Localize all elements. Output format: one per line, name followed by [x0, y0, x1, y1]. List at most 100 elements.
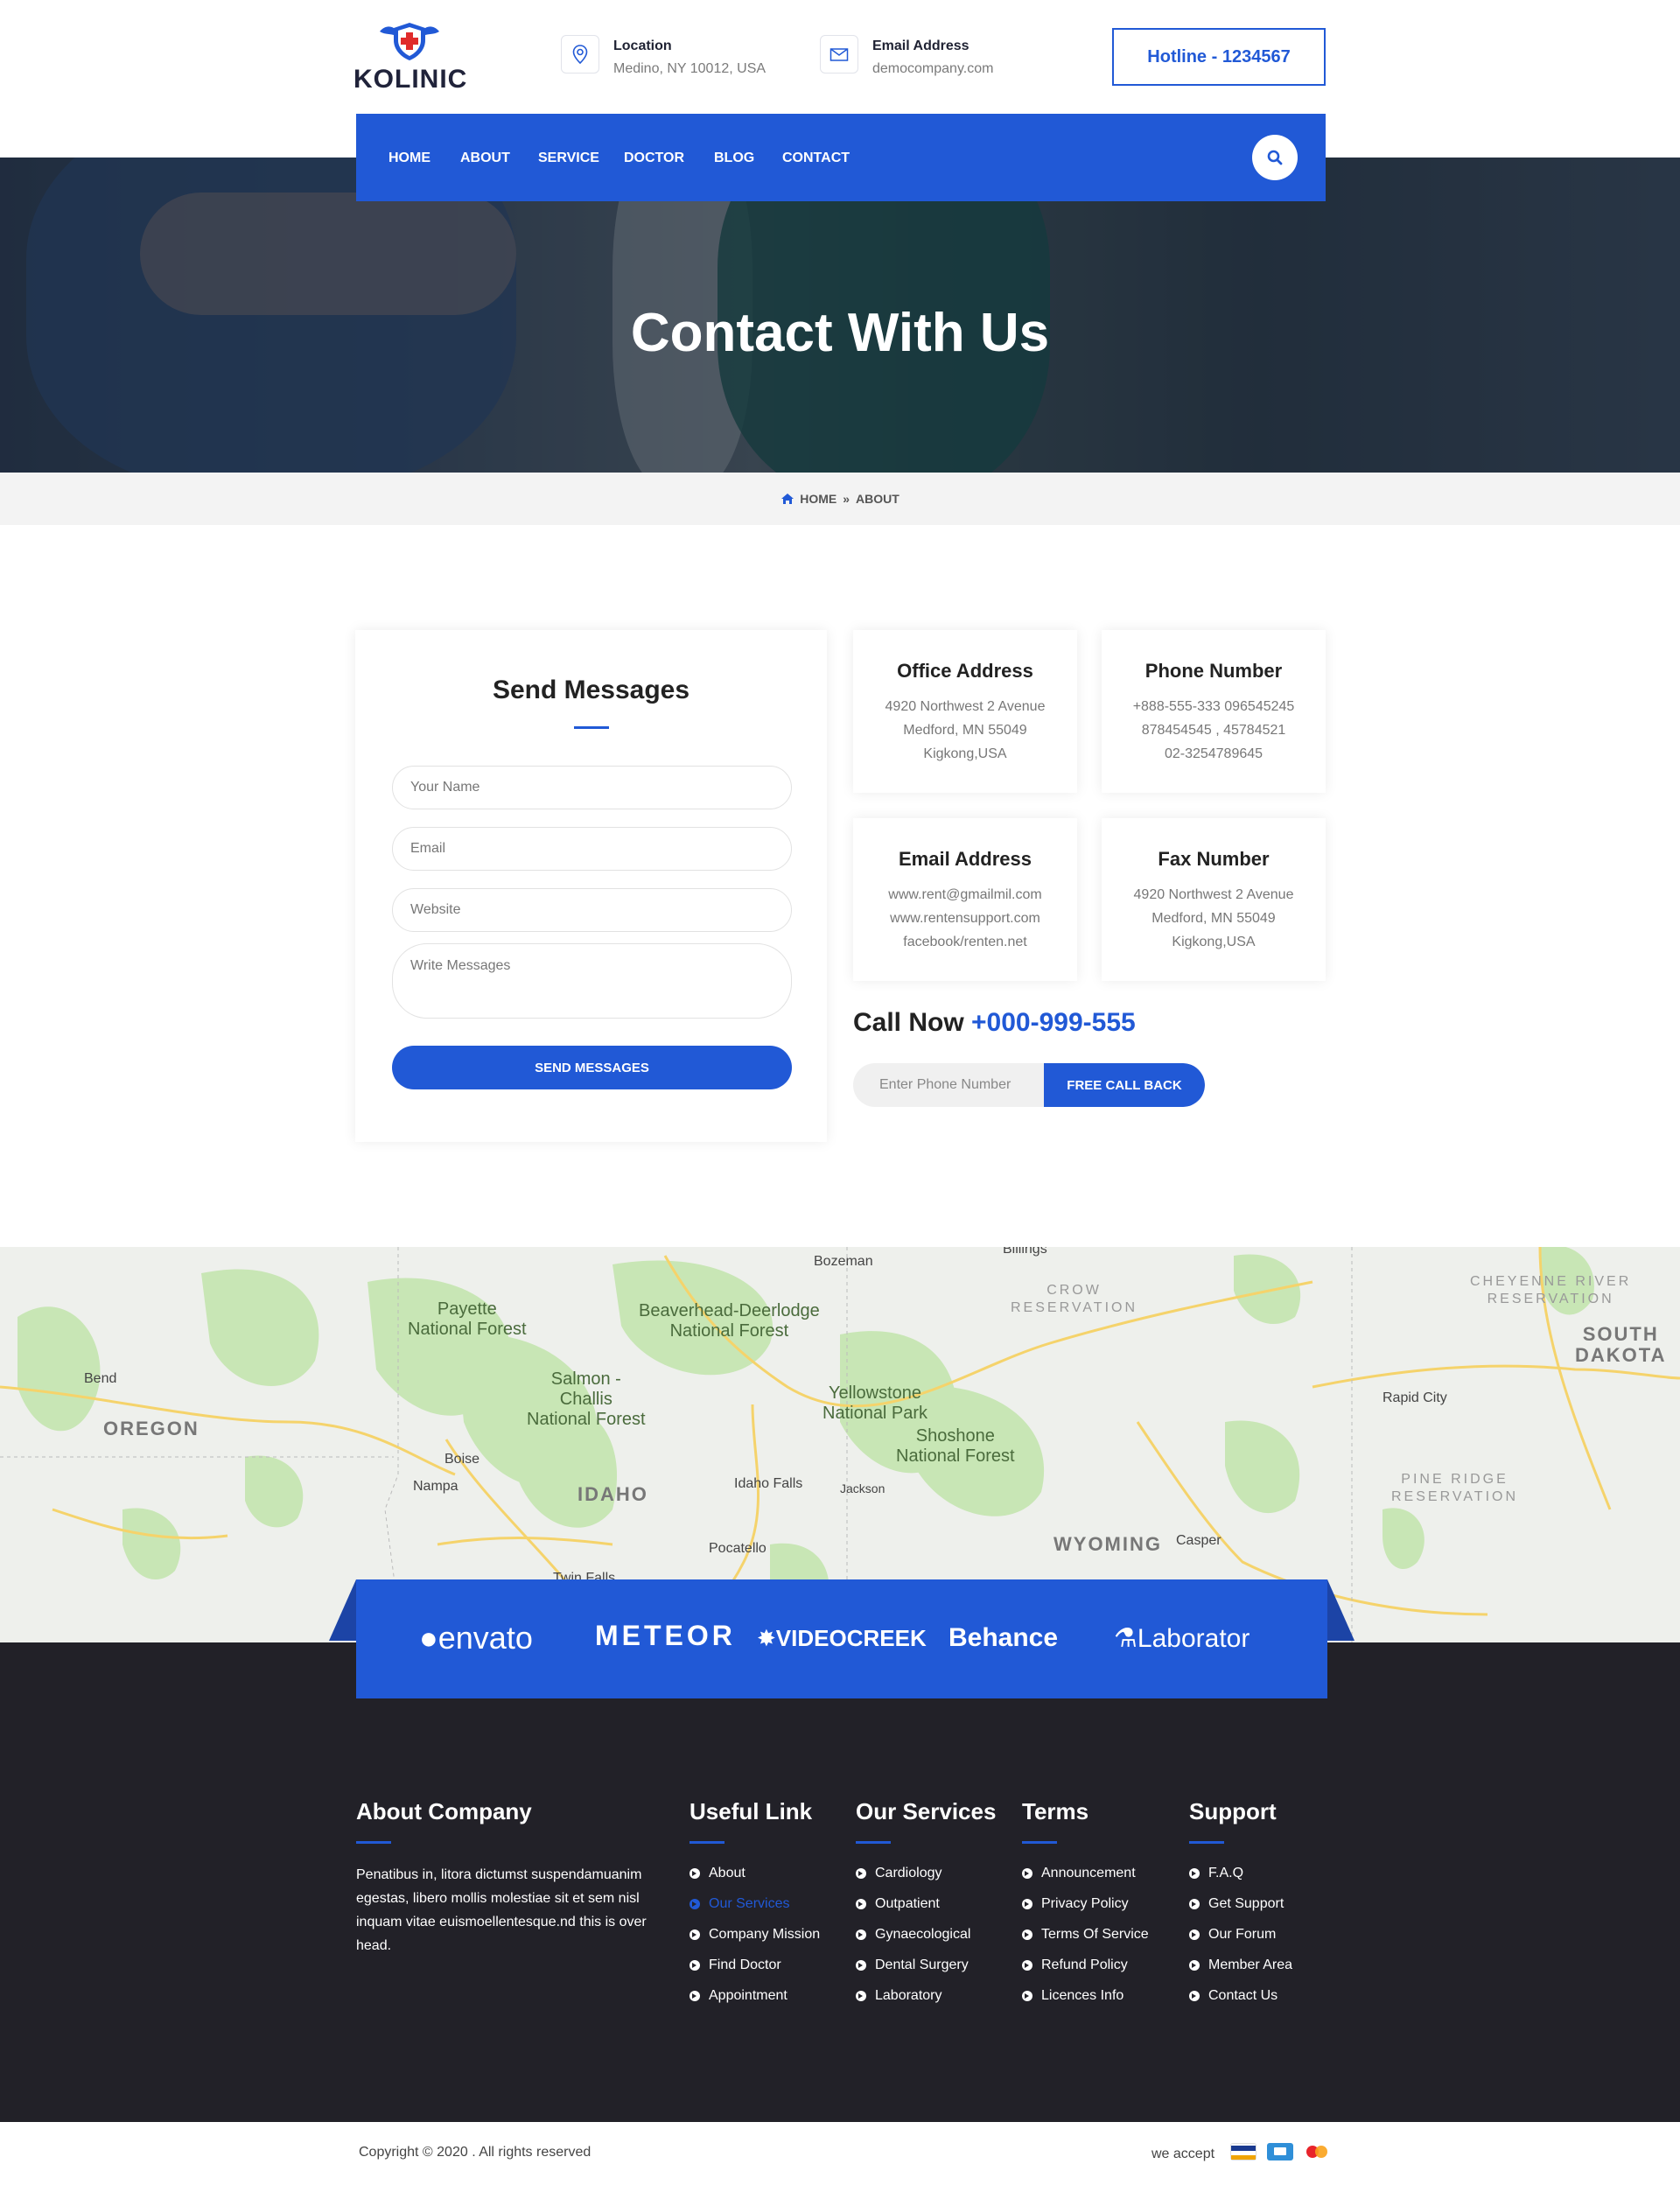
footer-link-privacy-policy[interactable]: Privacy Policy — [1022, 1896, 1129, 1912]
chevron-circle-icon — [1022, 1991, 1032, 2001]
call-now-label: Call Now — [853, 1008, 964, 1037]
chevron-circle-icon — [1189, 1868, 1200, 1879]
card-line[interactable]: www.rent@gmailmil.com — [853, 886, 1077, 903]
footer-link-gynaecological[interactable]: Gynaecological — [856, 1927, 970, 1943]
footer-link-cardiology[interactable]: Cardiology — [856, 1866, 942, 1881]
footer-terms-title: Terms — [1022, 1798, 1089, 1824]
card-line[interactable]: www.rentensupport.com — [853, 910, 1077, 927]
free-call-back-button[interactable]: FREE CALL BACK — [1044, 1063, 1205, 1107]
visa-icon — [1230, 2143, 1256, 2160]
map-label-pineridge: PINE RIDGE RESERVATION — [1391, 1472, 1519, 1504]
message-textarea[interactable]: Write Messages — [392, 943, 792, 1019]
hero-banner: Contact With Us — [0, 158, 1680, 473]
chevron-circle-icon — [1189, 1960, 1200, 1971]
footer-link-get-support[interactable]: Get Support — [1189, 1896, 1284, 1912]
footer-about-text: Penatibus in, litora dictumst suspendamu… — [356, 1867, 647, 1953]
partner-laborator[interactable]: ⚗Laborator — [1114, 1623, 1250, 1654]
footer-link-faq[interactable]: F.A.Q — [1189, 1866, 1243, 1881]
map-label-payette: Payette National Forest — [408, 1299, 527, 1339]
footer-link-member-area[interactable]: Member Area — [1189, 1957, 1292, 1973]
website-input[interactable]: Website — [392, 888, 792, 932]
footer-link-licences-info[interactable]: Licences Info — [1022, 1988, 1124, 2004]
card-title: Phone Number — [1144, 660, 1283, 682]
map-label-crow: CROW RESERVATION — [1011, 1283, 1138, 1315]
footer-link-our-forum[interactable]: Our Forum — [1189, 1927, 1276, 1943]
partner-meteor[interactable]: METEOR — [595, 1620, 736, 1652]
map-label-wyoming: WYOMING — [1054, 1533, 1162, 1555]
footer-link-about[interactable]: About — [690, 1866, 746, 1881]
partner-envato[interactable]: ●envato — [419, 1620, 533, 1656]
chevron-circle-icon — [856, 1991, 866, 2001]
map-label-oregon: OREGON — [103, 1418, 200, 1439]
footer-about-title: About Company — [356, 1798, 532, 1824]
nav-blog[interactable]: BLOG — [714, 151, 754, 166]
send-messages-button[interactable]: SEND MESSAGES — [392, 1046, 792, 1089]
chevron-circle-icon — [856, 1899, 866, 1909]
main-nav: HOME ABOUT SERVICE DOCTOR BLOG CONTACT — [356, 114, 1326, 201]
nav-service[interactable]: SERVICE — [538, 151, 599, 166]
form-title: Send Messages — [492, 676, 690, 704]
email-input[interactable]: Email — [392, 827, 792, 871]
search-button[interactable] — [1252, 135, 1298, 180]
nav-home[interactable]: HOME — [388, 151, 430, 166]
chevron-circle-icon — [1189, 1929, 1200, 1940]
fax-number-card: Fax Number 4920 Northwest 2 Avenue Medfo… — [1102, 818, 1326, 981]
footer-link-appointment[interactable]: Appointment — [690, 1988, 788, 2004]
partner-videocreek[interactable]: ✸VIDEOCREEK — [757, 1625, 927, 1652]
map-label-billings: Billings — [1003, 1247, 1047, 1257]
chevron-circle-icon — [1022, 1899, 1032, 1909]
card-line[interactable]: facebook/renten.net — [853, 934, 1077, 950]
email-value[interactable]: democompany.com — [872, 61, 993, 77]
aperture-icon: ✸ — [757, 1625, 776, 1651]
footer-link-terms-of-service[interactable]: Terms Of Service — [1022, 1927, 1149, 1943]
title-underline — [574, 726, 609, 729]
office-address-card: Office Address 4920 Northwest 2 Avenue M… — [853, 630, 1077, 793]
map-label-shoshone: Shoshone National Forest — [896, 1426, 1015, 1466]
chevron-circle-icon — [690, 1899, 700, 1909]
nav-about[interactable]: ABOUT — [460, 151, 510, 166]
footer-link-laboratory[interactable]: Laboratory — [856, 1988, 942, 2004]
card-line: 4920 Northwest 2 Avenue — [885, 699, 1046, 714]
chevron-circle-icon — [690, 1868, 700, 1879]
card-title: Email Address — [898, 848, 1032, 870]
card-title: Fax Number — [1158, 848, 1270, 870]
map-label-bend: Bend — [84, 1371, 117, 1386]
footer-link-contact-us[interactable]: Contact Us — [1189, 1988, 1278, 2004]
card-line: Kigkong,USA — [1172, 935, 1256, 949]
footer-link-find-doctor[interactable]: Find Doctor — [690, 1957, 781, 1973]
nav-contact[interactable]: CONTACT — [782, 151, 850, 166]
brand-strip-wing-left — [329, 1579, 356, 1641]
header-location: Location Medino, NY 10012, USA — [561, 35, 766, 77]
map-label-pocatello: Pocatello — [709, 1541, 766, 1556]
footer-link-our-services[interactable]: Our Services — [690, 1896, 789, 1912]
bottom-bar: Copyright © 2020 . All rights reserved w… — [0, 2122, 1680, 2192]
card-line: 4920 Northwest 2 Avenue — [1133, 887, 1294, 902]
footer-underline — [856, 1841, 891, 1844]
map-label-rapidcity: Rapid City — [1382, 1390, 1447, 1405]
breadcrumb-current: ABOUT — [856, 492, 900, 506]
chevron-circle-icon — [690, 1929, 700, 1940]
chevron-circle-icon — [1022, 1868, 1032, 1879]
header-email: Email Address democompany.com — [820, 35, 993, 77]
chevron-circle-icon — [856, 1960, 866, 1971]
name-input[interactable]: Your Name — [392, 766, 792, 809]
nav-doctor[interactable]: DOCTOR — [624, 151, 684, 166]
leaf-icon: ● — [419, 1620, 438, 1656]
footer-link-refund-policy[interactable]: Refund Policy — [1022, 1957, 1128, 1973]
breadcrumb-home[interactable]: HOME — [800, 492, 836, 506]
partner-behance[interactable]: Behance — [948, 1623, 1058, 1653]
footer-support-title: Support — [1189, 1798, 1277, 1824]
footer-link-dental-surgery[interactable]: Dental Surgery — [856, 1957, 969, 1973]
footer-link-announcement[interactable]: Announcement — [1022, 1866, 1136, 1881]
home-icon — [781, 494, 794, 504]
call-now-number[interactable]: +000-999-555 — [971, 1008, 1136, 1037]
logo[interactable]: KOLINIC — [354, 21, 476, 96]
footer-underline — [690, 1841, 724, 1844]
chevron-circle-icon — [1022, 1929, 1032, 1940]
breadcrumb: HOME » ABOUT — [0, 473, 1680, 525]
phone-input[interactable]: Enter Phone Number — [879, 1077, 1011, 1093]
card-line: Kigkong,USA — [923, 746, 1007, 761]
footer-link-outpatient[interactable]: Outpatient — [856, 1896, 940, 1912]
hotline-button[interactable]: Hotline - 1234567 — [1112, 28, 1326, 86]
footer-link-company-mission[interactable]: Company Mission — [690, 1927, 820, 1943]
